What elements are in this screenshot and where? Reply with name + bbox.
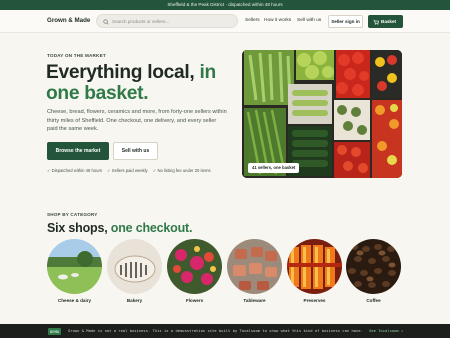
category-image-preserves: [287, 239, 342, 294]
category-label: Preserves: [303, 298, 326, 303]
hero-subtext: Cheese, bread, flowers, ceramics and mor…: [47, 109, 227, 132]
category-label: Coffee: [366, 298, 381, 303]
category-label: Bakery: [126, 298, 143, 303]
demo-badge: DEMO: [48, 327, 62, 335]
hero-headline: Everything local, in one basket.: [46, 62, 236, 104]
announcement-text: Sheffield & the Peak District · dispatch…: [167, 2, 283, 7]
category-label: Cheese & dairy: [57, 298, 92, 303]
assurance-list: ✓ Dispatched within 48 hours ✓ Sellers p…: [47, 168, 215, 173]
category-label: Tableware: [243, 298, 266, 303]
category-image-cheese-dairy: [47, 239, 102, 294]
category-card-preserves[interactable]: Preserves: [287, 239, 342, 303]
assurance-item: ✓ Sellers paid weekly: [107, 168, 148, 173]
category-title: Six shops, one checkout.: [47, 221, 192, 235]
headline-text: Everything local,: [46, 62, 200, 83]
category-card-coffee[interactable]: Coffee: [346, 239, 401, 303]
nav-link-how-it-works[interactable]: How it works: [264, 18, 291, 23]
category-label: Flowers: [185, 298, 204, 303]
category-image-tableware: [227, 239, 282, 294]
category-card-flowers[interactable]: Flowers: [167, 239, 222, 303]
demo-notice-bar: DEMO Grown & Made is not a real business…: [0, 324, 450, 338]
category-card-bakery[interactable]: Bakery: [107, 239, 162, 303]
category-eyebrow: SHOP BY CATEGORY: [47, 212, 98, 217]
category-image-bakery: [107, 239, 162, 294]
logo[interactable]: Grown & Made: [47, 17, 90, 24]
sell-with-us-button[interactable]: Sell with us: [113, 142, 158, 160]
category-card-cheese-dairy[interactable]: Cheese & dairy: [47, 239, 102, 303]
search-input[interactable]: Search products or sellers...: [96, 14, 238, 28]
hero-image-market-stall: [242, 50, 402, 178]
category-title-text: Six shops,: [47, 221, 111, 235]
assurance-item: ✓ No listing fee under 20 items: [152, 168, 211, 173]
basket-label: Basket: [381, 19, 397, 24]
browse-market-button[interactable]: Browse the market: [47, 142, 109, 160]
hero-eyebrow: TODAY ON THE MARKET: [47, 53, 106, 58]
demo-notice-link[interactable]: See Tocalsoom ↗: [369, 324, 403, 338]
search-placeholder: Search products or sellers...: [112, 19, 170, 25]
basket-icon: [373, 19, 379, 25]
category-image-flowers: [167, 239, 222, 294]
search-icon: [103, 18, 109, 25]
header-nav: Grown & Made Search products or sellers.…: [0, 10, 450, 33]
vegetable-stall-illustration: [242, 50, 402, 178]
hero-image-caption: 41 sellers, one basket: [248, 163, 300, 173]
announcement-bar: Sheffield & the Peak District · dispatch…: [0, 0, 450, 10]
nav-link-sellers[interactable]: Sellers: [245, 18, 260, 23]
nav-link-sell-with-us[interactable]: Sell with us: [297, 18, 321, 23]
category-card-tableware[interactable]: Tableware: [227, 239, 282, 303]
demo-notice-text: Grown & Made is not a real business. Thi…: [68, 328, 363, 333]
seller-signin-button[interactable]: Seller sign in: [328, 15, 363, 28]
category-title-highlight: one checkout.: [110, 221, 193, 235]
assurance-item: ✓ Dispatched within 48 hours: [47, 168, 102, 173]
category-image-coffee: [346, 239, 401, 294]
basket-button[interactable]: Basket: [368, 15, 403, 28]
